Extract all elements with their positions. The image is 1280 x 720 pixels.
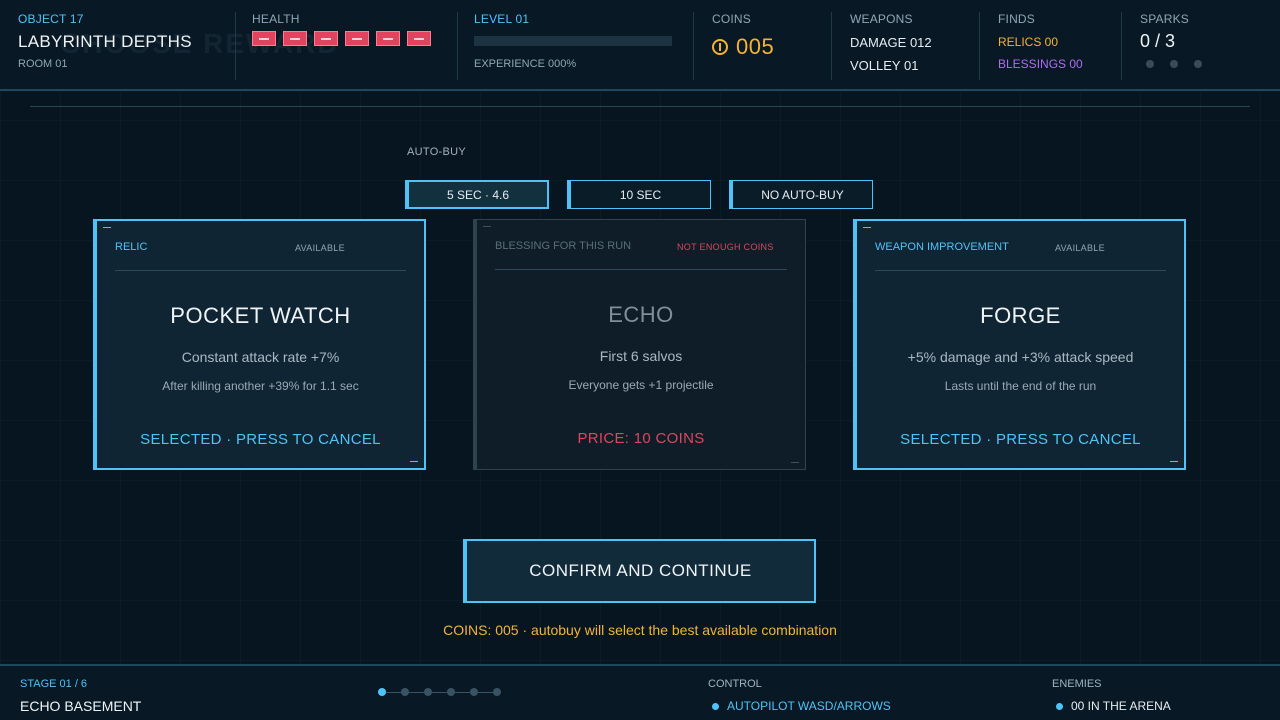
hud-level: LEVEL 01 EXPERIENCE 000% (457, 12, 693, 80)
confirm-continue-button[interactable]: CONFIRM AND CONTINUE (463, 539, 816, 603)
health-label: HEALTH (252, 12, 300, 26)
control-mode: AUTOPILOT WASD/ARROWS (712, 699, 891, 713)
spark-dot-icon (1194, 60, 1202, 68)
stage-connector (478, 691, 493, 693)
enemies-value: 00 IN THE ARENA (1071, 699, 1171, 713)
object-label: OBJECT 17 (18, 12, 84, 26)
sparks-value: 0 / 3 (1140, 31, 1176, 51)
reward-card-relic[interactable]: RELIC AVAILABLE POCKET WATCH Constant at… (93, 219, 426, 470)
stage-label: STAGE 01 / 6 (20, 678, 88, 690)
weapon-damage: DAMAGE 012 (850, 35, 932, 50)
card-corner-mark (791, 462, 799, 463)
experience-bar (474, 36, 672, 46)
card-title: ECHO (608, 302, 674, 327)
stage-dot-icon (424, 688, 432, 696)
coins-value: 005 (736, 34, 775, 59)
card-corner-mark (1170, 461, 1178, 462)
stage-dot-icon (470, 688, 478, 696)
finds-label: FINDS (998, 12, 1035, 26)
enemies-count: 00 IN THE ARENA (1056, 699, 1171, 713)
card-detail: Everyone gets +1 projectile (568, 378, 714, 392)
stage-connector (455, 691, 470, 693)
autobuy-label: AUTO-BUY (407, 146, 467, 158)
stage-dot-icon (378, 688, 386, 696)
stage-connector (409, 691, 424, 693)
weapons-label: WEAPONS (850, 12, 913, 26)
reward-card-weapon[interactable]: WEAPON IMPROVEMENT AVAILABLE FORGE +5% d… (853, 219, 1186, 470)
health-pip-icon (407, 31, 431, 46)
experience-label: EXPERIENCE 000% (474, 58, 577, 70)
health-pip-icon (376, 31, 400, 46)
hud-object: OBJECT 17 LABYRINTH DEPTHS ROOM 01 (18, 12, 228, 80)
health-pips (252, 31, 457, 46)
room-label: ROOM 01 (18, 58, 68, 70)
coins-label: COINS (712, 12, 752, 26)
card-description: +5% damage and +3% attack speed (907, 349, 1134, 365)
card-price: PRICE: 10 COINS (577, 430, 705, 447)
health-pip-icon (283, 31, 307, 46)
stage-dot-icon (447, 688, 455, 696)
card-description: Constant attack rate +7% (181, 349, 340, 365)
blessings-count: BLESSINGS 00 (998, 57, 1083, 71)
card-status: NOT ENOUGH COINS (677, 242, 774, 252)
bottom-hud: STAGE 01 / 6 ECHO BASEMENT CONTROL AUTOP… (0, 664, 1280, 720)
card-detail: Lasts until the end of the run (944, 379, 1097, 393)
card-action: SELECTED · PRESS TO CANCEL (900, 431, 1141, 448)
spark-dot-icon (1170, 60, 1178, 68)
stage-dot-icon (493, 688, 501, 696)
hud-finds: FINDS RELICS 00 BLESSINGS 00 (979, 12, 1121, 80)
health-pip-icon (345, 31, 369, 46)
hud-weapons: WEAPONS DAMAGE 012 VOLLEY 01 (831, 12, 979, 80)
reward-card-blessing[interactable]: BLESSING FOR THIS RUN NOT ENOUGH COINS E… (473, 219, 806, 470)
location-title: LABYRINTH DEPTHS (18, 32, 192, 51)
card-detail: After killing another +39% for 1.1 sec (162, 379, 359, 393)
weapon-volley: VOLLEY 01 (850, 58, 919, 73)
autobuy-5sec-button[interactable]: 5 SEC · 4.6 (405, 180, 549, 209)
stage-name: ECHO BASEMENT (20, 698, 142, 714)
enemies-label: ENEMIES (1052, 678, 1102, 690)
card-corner-mark (483, 226, 491, 227)
stage-dot-icon (401, 688, 409, 696)
health-pip-icon (252, 31, 276, 46)
card-title: FORGE (980, 303, 1061, 328)
level-label: LEVEL 01 (474, 12, 530, 26)
card-type: BLESSING FOR THIS RUN (495, 240, 632, 252)
spark-dot-icon (1146, 60, 1154, 68)
relics-count: RELICS 00 (998, 35, 1059, 49)
status-dot-icon (1056, 702, 1063, 710)
control-value: AUTOPILOT WASD/ARROWS (727, 699, 891, 713)
card-type: WEAPON IMPROVEMENT (875, 241, 1009, 253)
spark-dots (1140, 60, 1261, 68)
health-pip-icon (314, 31, 338, 46)
stage-connector (386, 691, 401, 693)
card-description: First 6 salvos (599, 348, 683, 364)
autobuy-hint: COINS: 005 · autobuy will select the bes… (443, 622, 837, 638)
top-hud: CHOOSE REWARD OBJECT 17 LABYRINTH DEPTHS… (0, 0, 1280, 91)
card-status: AVAILABLE (1055, 243, 1105, 253)
card-corner-mark (410, 461, 418, 462)
hud-sparks: SPARKS 0 / 3 (1121, 12, 1261, 80)
autobuy-10sec-button[interactable]: 10 SEC (567, 180, 711, 209)
autobuy-off-button[interactable]: NO AUTO-BUY (729, 180, 873, 209)
divider (30, 106, 1250, 107)
card-title: POCKET WATCH (170, 303, 351, 328)
card-type: RELIC (115, 241, 148, 253)
stage-progress (378, 688, 501, 696)
hud-health: HEALTH (235, 12, 457, 80)
card-corner-mark (863, 227, 871, 228)
coin-icon (712, 39, 728, 55)
sparks-label: SPARKS (1140, 12, 1189, 26)
status-dot-icon (712, 702, 719, 710)
card-status: AVAILABLE (295, 243, 345, 253)
card-corner-mark (103, 227, 111, 228)
hud-coins: COINS 005 (693, 12, 831, 80)
control-label: CONTROL (708, 678, 762, 690)
stage-connector (432, 691, 447, 693)
card-action: SELECTED · PRESS TO CANCEL (140, 431, 381, 448)
